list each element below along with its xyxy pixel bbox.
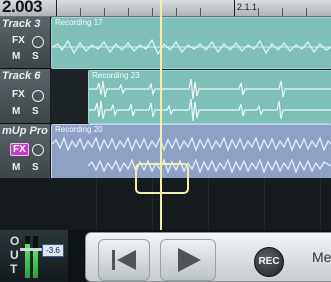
fx-button[interactable]: FX xyxy=(12,35,25,46)
record-arm-button[interactable] xyxy=(32,36,44,48)
ruler-tick xyxy=(104,8,105,16)
playhead-handle[interactable] xyxy=(135,163,189,194)
meter-right-channel xyxy=(33,236,38,278)
record-arm-button[interactable] xyxy=(32,90,44,102)
play-icon xyxy=(178,248,201,272)
solo-button[interactable]: S xyxy=(32,162,39,173)
mute-button[interactable]: M xyxy=(12,162,20,173)
meter-level-fill xyxy=(33,248,38,278)
track-row: Track 6 FX M S Recording 23 xyxy=(0,69,331,124)
record-button[interactable]: REC xyxy=(254,247,284,277)
ruler-tick xyxy=(234,0,235,16)
ruler-tick xyxy=(128,8,129,16)
skip-back-icon xyxy=(112,250,136,270)
menu-button[interactable]: Menu xyxy=(312,249,331,265)
volume-fader-handle[interactable] xyxy=(20,248,42,251)
ruler-tick xyxy=(56,0,57,16)
audio-clip[interactable]: Recording 20 xyxy=(51,124,331,179)
empty-track-area[interactable] xyxy=(50,178,331,230)
track-header[interactable]: Track 6 FX M S xyxy=(0,69,51,123)
transport-bar: REC Menu xyxy=(68,230,331,282)
grid-line xyxy=(208,178,209,230)
ruler-tick xyxy=(176,8,177,16)
fx-button[interactable]: FX xyxy=(10,143,29,156)
fx-button[interactable]: FX xyxy=(12,89,25,100)
bar-marker-label: 2.1.1 xyxy=(237,2,258,12)
transport-panel: REC Menu xyxy=(85,232,331,282)
timeline-ruler[interactable]: 2.003 2.1.1 xyxy=(0,0,331,17)
audio-clip[interactable]: Recording 17 xyxy=(51,17,331,69)
rewind-button[interactable] xyxy=(98,239,150,281)
empty-header-area xyxy=(0,178,50,230)
ruler-tick xyxy=(306,8,307,16)
waveform xyxy=(52,136,331,174)
track-header[interactable]: mUp Pro FX M S xyxy=(0,124,51,178)
waveform xyxy=(89,78,331,122)
solo-button[interactable]: S xyxy=(32,51,39,62)
track-name[interactable]: Track 6 xyxy=(2,70,40,82)
record-arm-button[interactable] xyxy=(32,144,44,156)
playhead-position: 2.003 xyxy=(2,0,43,16)
playhead-line xyxy=(160,0,162,230)
ruler-tick xyxy=(200,8,201,16)
ruler-tick xyxy=(152,8,153,16)
grid-line xyxy=(96,178,97,230)
play-button[interactable] xyxy=(160,239,216,281)
mute-button[interactable]: M xyxy=(12,106,20,117)
ruler-tick xyxy=(80,8,81,16)
track-header[interactable]: Track 3 FX M S xyxy=(0,17,51,68)
volume-readout: -3.6 xyxy=(42,244,64,257)
meter-label-letter: O xyxy=(10,234,20,248)
track-name[interactable]: Track 3 xyxy=(2,18,40,30)
meter-label-letter: U xyxy=(10,248,19,262)
track-name[interactable]: mUp Pro xyxy=(2,125,48,137)
meter-left-channel xyxy=(25,236,30,278)
track-row: Track 3 FX M S Recording 17 xyxy=(0,17,331,69)
mute-button[interactable]: M xyxy=(12,51,20,62)
ruler-tick xyxy=(258,8,259,16)
grid-line xyxy=(320,178,321,230)
audio-clip[interactable]: Recording 23 xyxy=(88,70,331,124)
meter-label-letter: T xyxy=(10,262,18,276)
waveform xyxy=(52,38,331,56)
grid-line xyxy=(264,178,265,230)
ruler-tick xyxy=(282,8,283,16)
solo-button[interactable]: S xyxy=(32,106,39,117)
